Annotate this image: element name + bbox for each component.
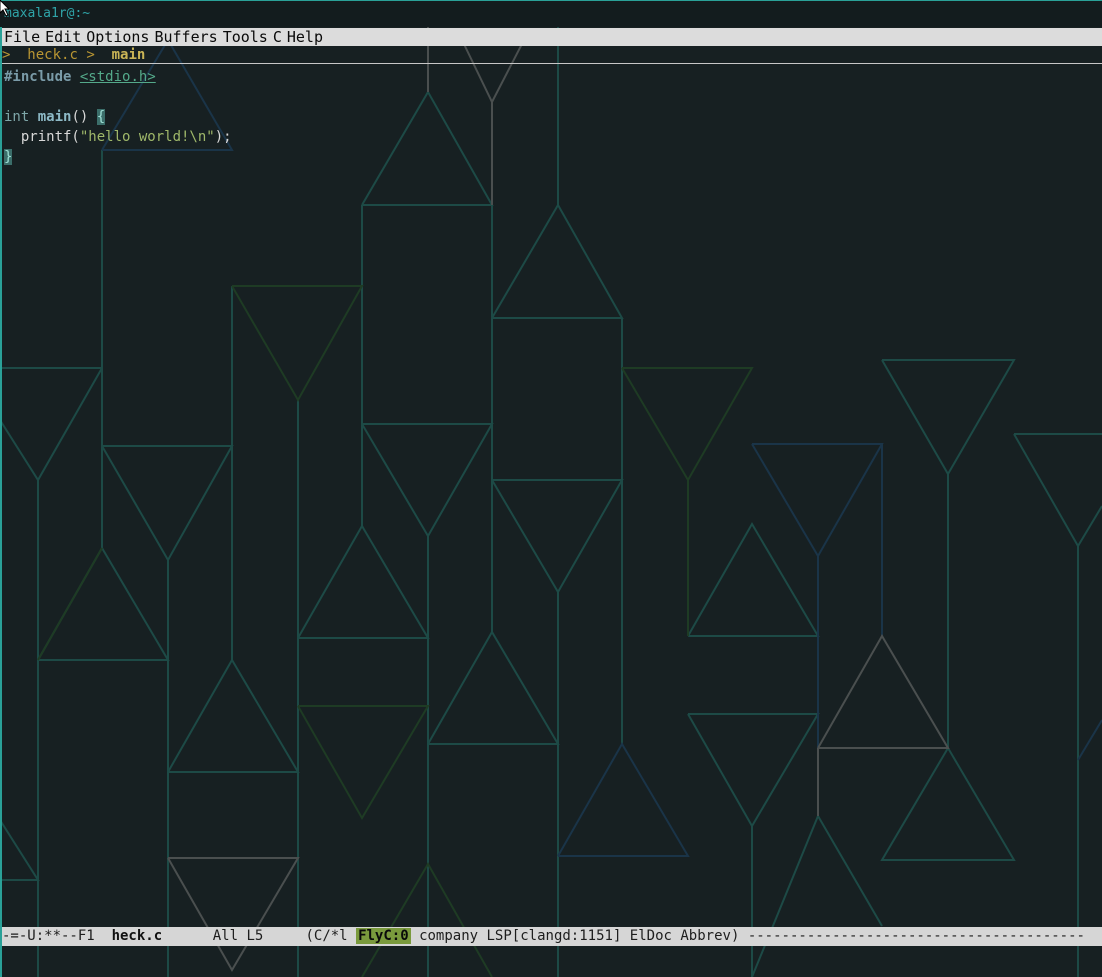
buffer-name[interactable]: heck.c [112,928,163,944]
modeline-fill: ---------------------------------------- [747,928,1085,944]
mode-line: -=-U:**--F1 heck.c All L5 (C/*l FlyC:0 c… [2,927,1102,946]
matching-open-brace: { [96,109,106,125]
menu-tools[interactable]: Tools [221,28,271,46]
menu-bar: File Edit Options Buffers Tools C Help [2,28,1102,46]
return-type: int [4,109,30,125]
text-cursor: } [4,149,13,165]
menu-edit[interactable]: Edit [43,28,84,46]
mouse-pointer-icon [0,0,10,16]
major-mode[interactable]: (C/*l [305,928,347,944]
buffer-status: -=-U:**--F1 [2,928,95,944]
breadcrumb-separator: > [2,47,11,63]
printf-call: printf( [4,129,80,145]
include-directive: #include [4,69,72,85]
menu-buffers[interactable]: Buffers [152,28,220,46]
flycheck-status[interactable]: FlyC:0 [356,928,411,944]
minor-modes[interactable]: company LSP[clangd:1151] ElDoc Abbrev) [419,928,739,944]
menu-file[interactable]: File [2,28,43,46]
menu-help[interactable]: Help [285,28,326,46]
buffer-position: All L5 [212,928,264,944]
function-parens: () [71,109,89,125]
statement-end: ); [214,129,232,145]
title-bar: maxala1r@:~ [0,0,1102,27]
include-header-link[interactable]: <stdio.h> [80,69,156,85]
menu-options[interactable]: Options [84,28,152,46]
function-name: main [37,109,72,125]
breadcrumb: > heck.c > main [2,47,1102,64]
emacs-window: maxala1r@:~ File Edit Options Buffers To… [0,0,1102,977]
menu-c[interactable]: C [271,28,285,46]
window-title: maxala1r@:~ [4,6,91,21]
string-literal: "hello world!\n" [79,129,215,145]
code-editor[interactable]: #include <stdio.h> int main() { printf("… [4,67,232,167]
breadcrumb-file[interactable]: heck.c [27,47,78,63]
breadcrumb-separator: > [86,47,95,63]
breadcrumb-function[interactable]: main [112,47,146,63]
window-left-border [0,27,2,977]
